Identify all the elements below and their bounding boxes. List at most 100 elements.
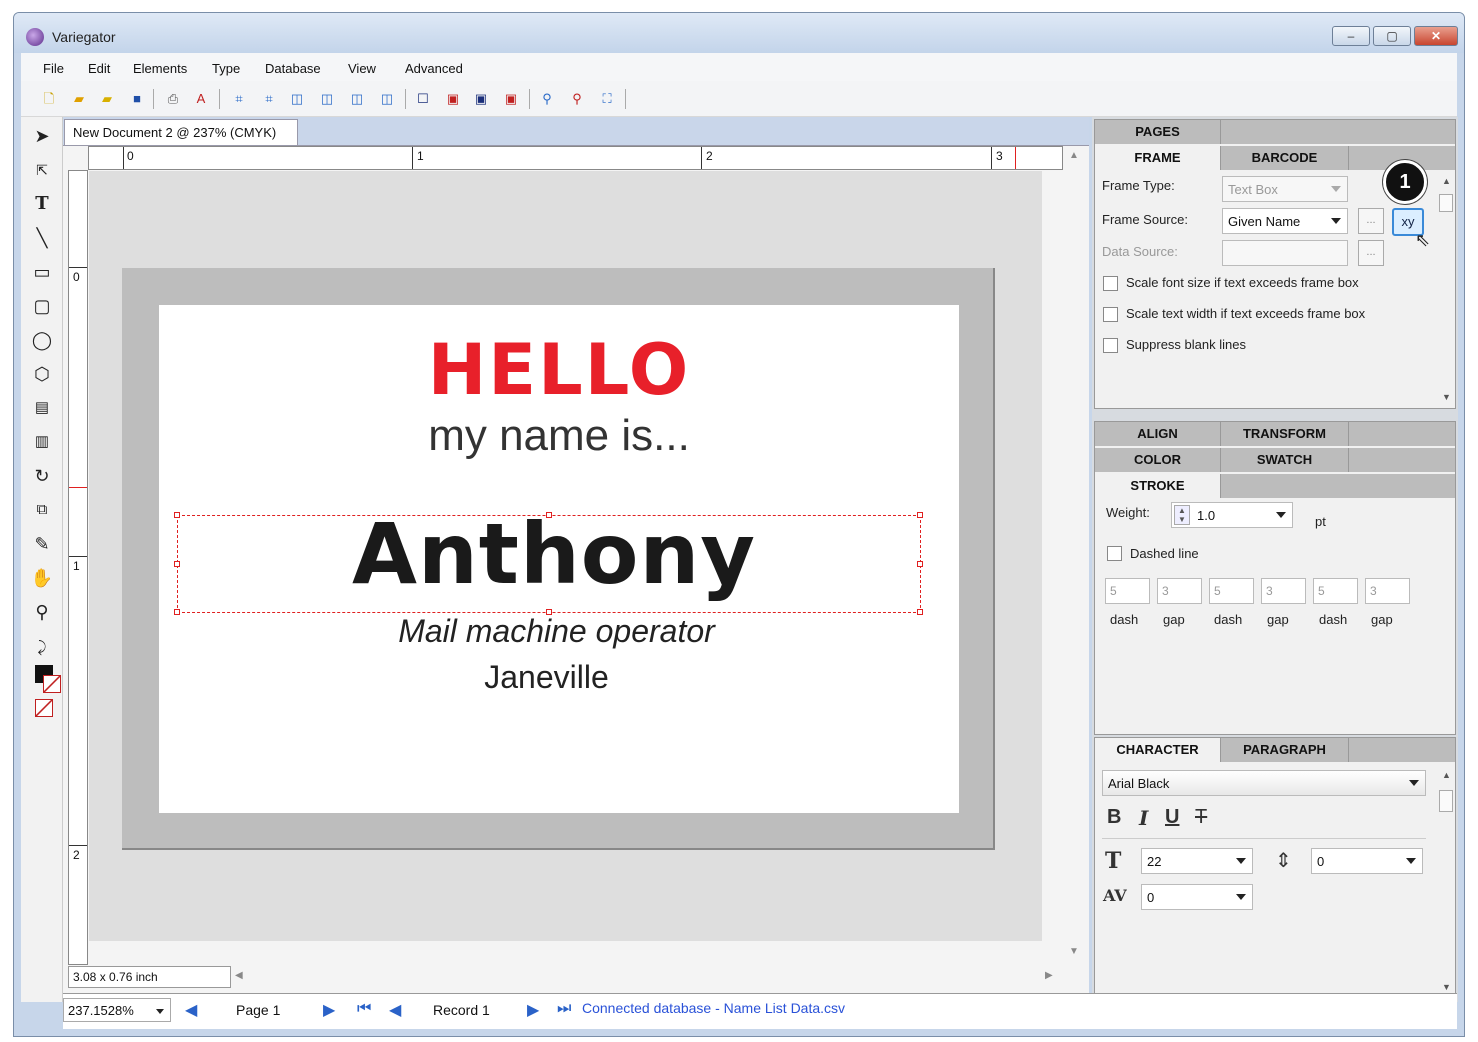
swap-colors-icon[interactable]: ⤸: [29, 635, 55, 661]
menu-elements[interactable]: Elements: [133, 61, 187, 76]
database-connection-link[interactable]: Connected database - Name List Data.csv: [582, 1000, 845, 1016]
resize-handle[interactable]: [917, 561, 923, 567]
image-tool-icon[interactable]: ▤: [29, 395, 55, 421]
strikethrough-button[interactable]: T: [1195, 806, 1207, 829]
data-source-browse-button[interactable]: ...: [1358, 240, 1384, 266]
job-title-text[interactable]: Mail machine operator: [159, 613, 954, 650]
open-folder-icon[interactable]: ▰: [69, 89, 89, 109]
no-color-icon[interactable]: [35, 699, 53, 717]
frame-source-select[interactable]: Given Name: [1222, 208, 1348, 234]
vertical-scrollbar[interactable]: ▲ ▼: [1063, 146, 1085, 966]
frame-fill-icon[interactable]: ▣: [501, 89, 521, 109]
ungroup-icon[interactable]: ⌗: [259, 89, 279, 109]
zoom-out-icon[interactable]: ⚲: [567, 89, 587, 109]
bring-front-icon[interactable]: ◫: [287, 89, 307, 109]
resize-handle[interactable]: [917, 512, 923, 518]
dash-1-field[interactable]: 5: [1105, 578, 1150, 604]
direct-select-icon[interactable]: ⇱: [29, 157, 55, 183]
weight-stepper[interactable]: ▲ ▼ 1.0: [1171, 502, 1293, 528]
tab-color[interactable]: COLOR: [1095, 448, 1221, 472]
close-button[interactable]: ✕: [1414, 26, 1458, 46]
scale-font-checkbox[interactable]: [1103, 276, 1118, 291]
underline-button[interactable]: U: [1165, 806, 1179, 829]
next-record-icon[interactable]: ▶: [527, 1000, 539, 1020]
ellipse-tool-icon[interactable]: ◯: [29, 327, 55, 353]
maximize-button[interactable]: ▢: [1373, 26, 1411, 46]
character-panel-scrollbar[interactable]: ▲ ▼: [1437, 766, 1455, 998]
document-tab[interactable]: New Document 2 @ 237% (CMYK): [64, 119, 298, 145]
menu-edit[interactable]: Edit: [88, 61, 110, 76]
last-record-icon[interactable]: ⏭: [557, 1000, 571, 1018]
gap-3-field[interactable]: 3: [1365, 578, 1410, 604]
menu-file[interactable]: File: [43, 61, 64, 76]
resize-handle[interactable]: [174, 561, 180, 567]
polygon-tool-icon[interactable]: ⬡: [29, 361, 55, 387]
send-back-icon[interactable]: ◫: [377, 89, 397, 109]
text-tool-icon[interactable]: T: [29, 191, 55, 217]
selected-frame-box[interactable]: [174, 512, 923, 615]
frame-type-select[interactable]: Text Box: [1222, 176, 1348, 202]
group-icon[interactable]: ⌗: [229, 89, 249, 109]
tracking-select[interactable]: 0: [1141, 884, 1253, 910]
italic-button[interactable]: I: [1139, 806, 1148, 830]
frame-panel-scrollbar[interactable]: ▲ ▼: [1437, 172, 1455, 408]
tab-character[interactable]: CHARACTER: [1095, 738, 1221, 762]
tab-stroke[interactable]: STROKE: [1095, 474, 1221, 498]
open-recent-icon[interactable]: ▰: [97, 89, 117, 109]
pdf-export-icon[interactable]: A: [191, 89, 211, 109]
bring-forward-icon[interactable]: ◫: [317, 89, 337, 109]
leading-select[interactable]: 0: [1311, 848, 1423, 874]
dashed-line-checkbox[interactable]: [1107, 546, 1122, 561]
tab-frame[interactable]: FRAME: [1095, 146, 1221, 170]
menu-advanced[interactable]: Advanced: [405, 61, 463, 76]
gap-2-field[interactable]: 3: [1261, 578, 1306, 604]
minimize-button[interactable]: –: [1332, 26, 1370, 46]
bold-button[interactable]: B: [1107, 806, 1121, 829]
dash-3-field[interactable]: 5: [1313, 578, 1358, 604]
new-document-icon[interactable]: 🗋: [39, 89, 59, 109]
tab-swatch[interactable]: SWATCH: [1221, 448, 1349, 472]
frame-bottom-icon[interactable]: ▣: [443, 89, 463, 109]
canvas[interactable]: HELLO my name is... Anthony Mail machine…: [89, 171, 1042, 941]
tab-barcode[interactable]: BARCODE: [1221, 146, 1349, 170]
stroke-color-swatch[interactable]: [43, 675, 61, 693]
resize-handle[interactable]: [546, 512, 552, 518]
zoom-in-icon[interactable]: ⚲: [537, 89, 557, 109]
prev-page-icon[interactable]: ◀: [185, 1000, 197, 1020]
resize-handle[interactable]: [174, 512, 180, 518]
tab-paragraph[interactable]: PARAGRAPH: [1221, 738, 1349, 762]
menu-view[interactable]: View: [348, 61, 376, 76]
barcode-tool-icon[interactable]: ▥: [29, 429, 55, 455]
eyedropper-tool-icon[interactable]: ✎: [29, 531, 55, 557]
rotate-tool-icon[interactable]: ↻: [29, 463, 55, 489]
line-tool-icon[interactable]: ╲: [29, 225, 55, 251]
frame-none-icon[interactable]: ☐: [413, 89, 433, 109]
send-backward-icon[interactable]: ◫: [347, 89, 367, 109]
menu-type[interactable]: Type: [212, 61, 240, 76]
menu-database[interactable]: Database: [265, 61, 321, 76]
frame-top-icon[interactable]: ▣: [471, 89, 491, 109]
zoom-tool-icon[interactable]: ⚲: [29, 599, 55, 625]
frame-source-browse-button[interactable]: ...: [1358, 208, 1384, 234]
crop-tool-icon[interactable]: ⧉: [29, 497, 55, 523]
rectangle-tool-icon[interactable]: ▭: [29, 259, 55, 285]
first-record-icon[interactable]: ⏮: [357, 1000, 371, 1018]
my-name-is-text[interactable]: my name is...: [159, 411, 959, 461]
tab-pages[interactable]: PAGES: [1095, 120, 1221, 144]
print-icon[interactable]: ⎙: [163, 89, 183, 109]
font-size-select[interactable]: 22: [1141, 848, 1253, 874]
hello-text[interactable]: HELLO: [159, 329, 959, 411]
next-page-icon[interactable]: ▶: [323, 1000, 335, 1020]
hand-tool-icon[interactable]: ✋: [29, 565, 55, 591]
prev-record-icon[interactable]: ◀: [389, 1000, 401, 1020]
tab-align[interactable]: ALIGN: [1095, 422, 1221, 446]
save-icon[interactable]: ■: [127, 89, 147, 109]
city-text[interactable]: Janeville: [159, 659, 934, 696]
rounded-rect-tool-icon[interactable]: ▢: [29, 293, 55, 319]
zoom-select[interactable]: 237.1528%: [63, 998, 171, 1022]
zoom-fit-icon[interactable]: ⛶: [597, 89, 617, 109]
gap-1-field[interactable]: 3: [1157, 578, 1202, 604]
tab-transform[interactable]: TRANSFORM: [1221, 422, 1349, 446]
scale-width-checkbox[interactable]: [1103, 307, 1118, 322]
font-family-select[interactable]: Arial Black: [1102, 770, 1426, 796]
